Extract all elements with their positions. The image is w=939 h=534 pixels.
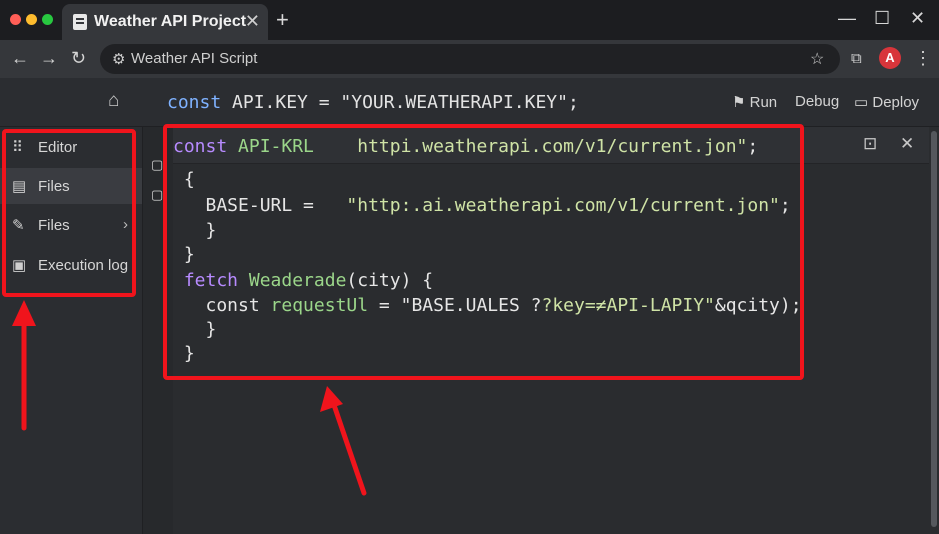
annotation-arrow-editor	[320, 386, 367, 496]
annotation-arrow-sidebar	[12, 300, 36, 431]
annotation-arrows	[12, 300, 367, 496]
